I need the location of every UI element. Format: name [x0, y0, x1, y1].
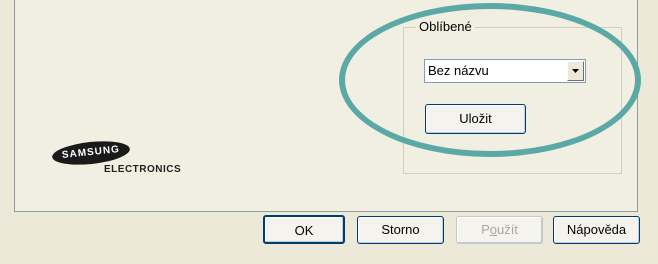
- highlight-ellipse: [339, 3, 641, 157]
- cancel-button[interactable]: Storno: [357, 216, 444, 244]
- apply-label-mnemonic: o: [489, 222, 497, 237]
- samsung-logo-subtitle: ELECTRONICS: [104, 164, 182, 175]
- apply-label-start: P: [481, 222, 490, 237]
- samsung-logo: SAMSUNG ELECTRONICS: [51, 137, 181, 182]
- ok-button[interactable]: OK: [263, 215, 345, 244]
- help-button[interactable]: Nápověda: [553, 216, 640, 244]
- apply-label-end: užít: [496, 222, 518, 237]
- apply-button[interactable]: Použít: [456, 216, 543, 244]
